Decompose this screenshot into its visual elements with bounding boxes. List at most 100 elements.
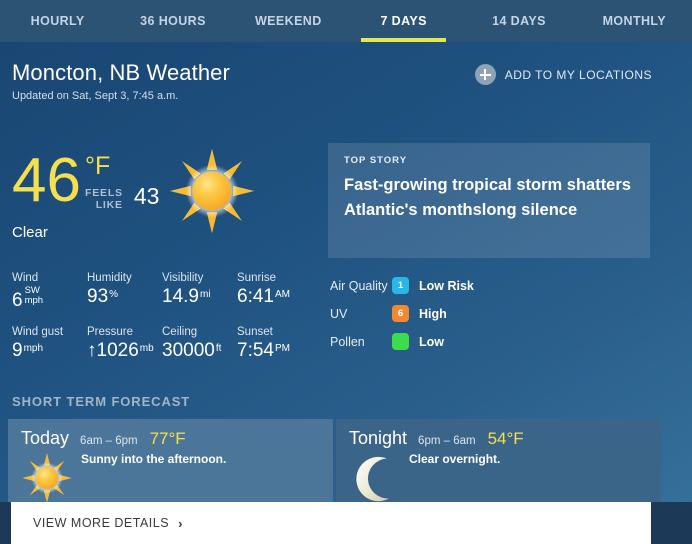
top-story-headline: Fast-growing tropical storm shatters Atl…: [344, 176, 631, 219]
sun-icon: [22, 453, 72, 502]
forecast-period-name: Tonight: [349, 428, 408, 448]
stat-pressure: Pressure ↑1026mb: [87, 326, 162, 362]
forecast-card-today[interactable]: Today 6am – 6pm 77°F Sunny into the afte…: [8, 419, 333, 502]
forecast-period-range: 6am – 6pm: [80, 435, 138, 447]
pollen-badge: [392, 333, 409, 350]
stat-value: 30000ft: [162, 340, 237, 362]
tab-14-days[interactable]: 14 DAYS: [461, 0, 576, 42]
top-story-card[interactable]: TOP STORY Fast-growing tropical storm sh…: [328, 143, 650, 258]
index-label: UV: [330, 306, 348, 321]
weather-stats-grid: Wind 6 SW mph Humidity 93% Visibility 14.9…: [12, 272, 312, 362]
index-pollen[interactable]: Pollen Low: [330, 332, 474, 351]
tab-hourly[interactable]: HOURLY: [0, 0, 115, 42]
stat-label: Sunset: [237, 326, 273, 338]
stat-number: ↑1026: [87, 340, 139, 361]
stat-label: Pressure: [87, 326, 134, 338]
stat-label: Wind: [12, 272, 39, 284]
feels-like-label-line1: FEELS: [85, 187, 123, 199]
tab-label: WEEKEND: [254, 14, 322, 28]
forecast-period-name: Today: [21, 428, 70, 448]
stat-label: Wind gust: [12, 326, 64, 338]
forecast-card-tonight[interactable]: Tonight 6pm – 6am 54°F Clear overnight.: [336, 419, 661, 502]
feels-like-label: FEELS LIKE: [85, 185, 123, 211]
air-quality-badge: 1: [392, 277, 409, 294]
stat-value: 6:41AM: [237, 286, 312, 308]
stat-unit: mi: [199, 289, 211, 300]
stat-wind: Wind 6 SW mph: [12, 272, 87, 312]
stat-units: SW mph: [25, 286, 43, 306]
stat-number: 7:54: [237, 340, 274, 361]
stat-unit: mph: [23, 343, 44, 354]
stat-unit: AM: [274, 289, 290, 300]
short-term-forecast-title: SHORT TERM FORECAST: [12, 394, 191, 409]
stat-wind-gust: Wind gust 9mph: [12, 326, 87, 362]
feels-like-label-line2: LIKE: [95, 199, 123, 211]
forecast-period-range: 6pm – 6am: [418, 435, 476, 447]
short-term-forecast-cards: Today 6am – 6pm 77°F Sunny into the afte…: [8, 419, 684, 502]
index-air-quality[interactable]: Air Quality 1 Low Risk: [330, 276, 474, 295]
stats-row-1: Wind 6 SW mph Humidity 93% Visibility 14.9…: [12, 272, 312, 312]
tab-monthly[interactable]: MONTHLY: [577, 0, 692, 42]
feels-like-value: 43: [133, 183, 160, 209]
stat-number: 93: [87, 286, 109, 307]
index-uv[interactable]: UV 6 High: [330, 304, 474, 323]
tab-label: HOURLY: [30, 14, 85, 28]
stat-number: 6: [12, 290, 23, 311]
stat-unit: %: [109, 289, 119, 300]
tab-36-hours[interactable]: 36 HOURS: [115, 0, 230, 42]
stat-unit-bottom: mph: [24, 295, 44, 306]
stat-ceiling: Ceiling 30000ft: [162, 326, 237, 362]
forecast-card-header: Tonight 6pm – 6am 54°F: [349, 428, 661, 449]
forecast-temperature: 77°F: [149, 429, 186, 448]
forecast-description: Sunny into the afternoon.: [81, 452, 227, 466]
weather-panel: Moncton, NB Weather Updated on Sat, Sept…: [0, 42, 692, 502]
forecast-card-header: Today 6am – 6pm 77°F: [21, 428, 333, 449]
current-temperature: 46: [12, 146, 81, 215]
current-temperature-unit: °F: [85, 152, 111, 180]
tab-label: 7 DAYS: [380, 14, 427, 28]
stat-label: Humidity: [87, 272, 132, 284]
chevron-right-icon: ›: [178, 515, 183, 531]
stat-number: 14.9: [162, 286, 199, 307]
add-to-my-locations-label: ADD TO MY LOCATIONS: [504, 67, 652, 82]
plus-icon: [474, 64, 496, 85]
view-more-details-button[interactable]: VIEW MORE DETAILS ›: [11, 502, 651, 544]
tab-7-days[interactable]: 7 DAYS: [346, 0, 461, 42]
stat-label: Visibility: [162, 272, 204, 284]
stat-value: 7:54PM: [237, 340, 312, 362]
tab-label: MONTHLY: [602, 14, 667, 28]
stat-value: 9mph: [12, 340, 87, 362]
stat-sunrise: Sunrise 6:41AM: [237, 272, 312, 312]
stat-visibility: Visibility 14.9mi: [162, 272, 237, 312]
tab-label: 14 DAYS: [492, 14, 546, 28]
stat-value: 93%: [87, 286, 162, 308]
index-label: Air Quality: [330, 278, 388, 293]
footer-bar: VIEW MORE DETAILS ›: [0, 502, 692, 544]
index-description: Low Risk: [419, 278, 474, 293]
tab-weekend[interactable]: WEEKEND: [231, 0, 346, 42]
stat-unit: mb: [139, 343, 154, 354]
stat-number: 9: [12, 340, 23, 361]
top-story-kicker: TOP STORY: [344, 155, 408, 166]
stats-row-2: Wind gust 9mph Pressure ↑1026mb Ceiling …: [12, 326, 312, 362]
stat-number: 30000: [162, 340, 215, 361]
current-condition: Clear: [12, 224, 48, 241]
index-description: Low: [419, 334, 444, 349]
updated-timestamp: Updated on Sat, Sept 3, 7:45 a.m.: [12, 90, 179, 102]
uv-badge: 6: [392, 305, 409, 322]
stat-label: Sunrise: [237, 272, 276, 284]
add-to-my-locations-button[interactable]: ADD TO MY LOCATIONS: [474, 64, 652, 85]
stat-sunset: Sunset 7:54PM: [237, 326, 312, 362]
feels-like: FEELS LIKE 43: [85, 183, 160, 212]
health-indices: Air Quality 1 Low Risk UV 6 High Pollen …: [330, 276, 474, 360]
stat-humidity: Humidity 93%: [87, 272, 162, 312]
stat-value: 14.9mi: [162, 286, 237, 308]
forecast-tab-bar: HOURLY 36 HOURS WEEKEND 7 DAYS 14 DAYS M…: [0, 0, 692, 42]
forecast-temperature: 54°F: [487, 429, 524, 448]
stat-label: Ceiling: [162, 326, 198, 338]
stat-unit: PM: [274, 343, 290, 354]
tab-label: 36 HOURS: [140, 14, 206, 28]
index-description: High: [419, 306, 447, 321]
stat-unit: ft: [215, 343, 222, 354]
sun-icon: [169, 148, 255, 234]
